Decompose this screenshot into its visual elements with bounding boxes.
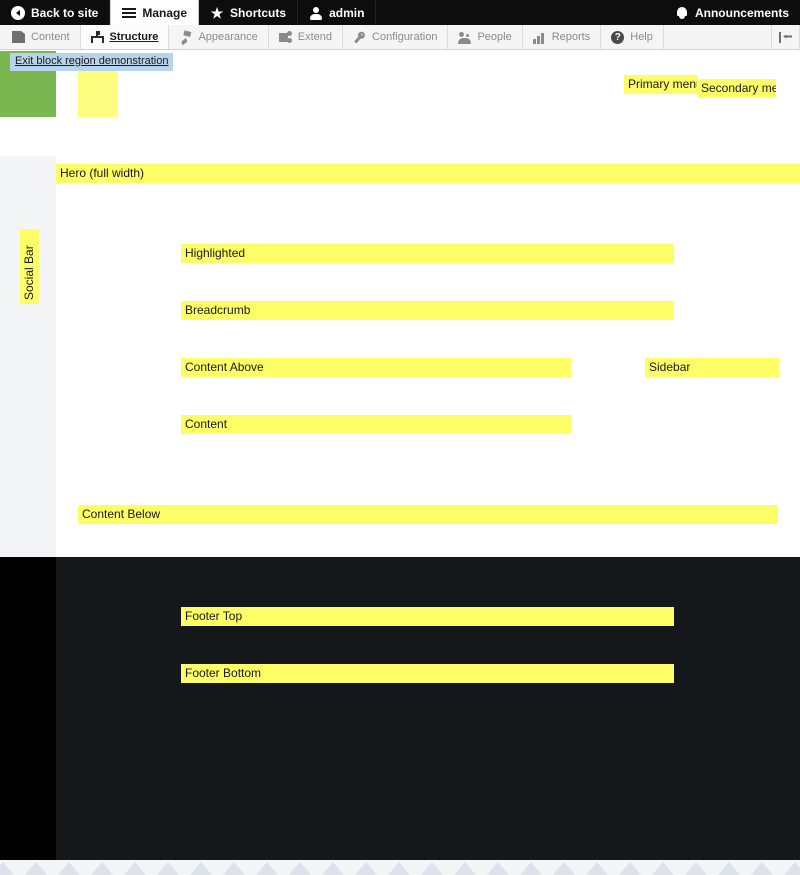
chevron-shape <box>421 862 443 875</box>
menu-item-reports[interactable]: Reports <box>523 25 602 49</box>
menu-item-extend[interactable]: Extend <box>269 25 344 49</box>
region-label-footer-top: Footer Top <box>181 607 674 626</box>
chevron-shape <box>520 862 542 875</box>
chevron-shape <box>124 862 146 875</box>
header-region-block <box>78 65 118 117</box>
menu-item-label: Configuration <box>372 31 438 43</box>
region-label-footer-bottom: Footer Bottom <box>181 664 674 683</box>
star-icon: ★ <box>210 4 224 21</box>
chevron-shape <box>256 862 278 875</box>
region-label-breadcrumb: Breadcrumb <box>181 301 674 320</box>
chevron-shape <box>223 862 245 875</box>
chevron-shape <box>751 862 773 875</box>
exit-demo-message: Exit block region demonstration <box>10 53 174 71</box>
region-label-social-bar: Social Bar <box>20 229 39 304</box>
page-left-rail-middle <box>0 156 56 557</box>
block-region-demo-page: Primary menuSecondary menu Hero (full wid… <box>0 51 800 875</box>
toolbar-tab-label: Announcements <box>694 5 789 20</box>
menu-item-label: People <box>477 31 512 43</box>
menu-item-label: Content <box>31 31 70 43</box>
chevron-shape <box>454 862 476 875</box>
toolbar-tab-label: admin <box>329 5 365 20</box>
region-label-hero-full-width: Hero (full width) <box>56 164 800 183</box>
back-arrow-icon <box>11 5 25 20</box>
toolbar-tab-manage[interactable]: Manage <box>110 0 200 25</box>
menu-item-configuration[interactable]: Configuration <box>343 25 449 49</box>
chevron-shape <box>289 862 311 875</box>
person-icon <box>309 6 323 20</box>
toolbar-tab-label: Shortcuts <box>230 5 287 20</box>
chevron-shape <box>25 862 47 875</box>
region-label-secondary-menu: Secondary menu <box>697 79 776 98</box>
bell-icon <box>675 6 689 20</box>
page-footer-dark-area <box>56 557 800 875</box>
menu-spacer <box>664 25 772 49</box>
menu-item-label: Extend <box>297 31 333 43</box>
menu-item-help[interactable]: ? Help <box>601 25 664 49</box>
question-mark-icon: ? <box>611 30 625 44</box>
chevron-shape <box>0 862 14 875</box>
toolbar-tab-label: Manage <box>142 5 188 20</box>
toolbar-tab-label: Back to site <box>31 5 99 20</box>
admin-toolbar-bar: Back to site Manage ★ Shortcuts admin An… <box>0 0 800 25</box>
chevron-shape <box>157 862 179 875</box>
chevron-shape <box>685 862 707 875</box>
region-label-sidebar: Sidebar <box>645 358 779 377</box>
toolbar-tab-announcements[interactable]: Announcements <box>664 0 800 25</box>
menu-item-label: Appearance <box>198 31 258 43</box>
paintbrush-icon <box>178 29 195 46</box>
toolbar-tab-shortcuts[interactable]: ★ Shortcuts <box>199 0 299 25</box>
toolbar-orientation-toggle[interactable] <box>772 25 800 49</box>
wrench-icon <box>350 28 368 46</box>
menu-item-label: Reports <box>551 31 591 43</box>
bar-chart-icon <box>532 31 546 44</box>
chevron-shape <box>388 862 410 875</box>
page-left-rail-dark <box>0 557 56 875</box>
structure-icon <box>90 30 104 44</box>
region-label-content-below: Content Below <box>78 505 778 524</box>
page-main-white-area <box>56 156 800 557</box>
chevron-shape <box>58 862 80 875</box>
chevron-shape <box>586 862 608 875</box>
toolbar-tab-admin-user[interactable]: admin <box>298 0 377 25</box>
region-label-highlighted: Highlighted <box>181 244 674 263</box>
page-bottom-chevron-strip <box>0 860 800 875</box>
chevron-shape <box>553 862 575 875</box>
menu-item-label: Structure <box>109 31 159 43</box>
hamburger-icon <box>122 6 137 20</box>
puzzle-icon <box>278 30 292 44</box>
region-label-content: Content <box>181 415 571 434</box>
menu-item-structure[interactable]: Structure <box>80 25 170 49</box>
region-label-content-above: Content Above <box>181 358 571 377</box>
menu-item-label: Help <box>630 31 653 43</box>
people-icon <box>458 31 472 44</box>
chevron-shape <box>619 862 641 875</box>
admin-menu-bar: Content Structure Appearance Extend Conf… <box>0 25 800 50</box>
menu-item-content[interactable]: Content <box>0 25 81 49</box>
toolbar-tab-back-to-site[interactable]: Back to site <box>0 0 111 25</box>
orientation-toggle-icon <box>779 31 792 44</box>
region-label-primary-menu: Primary menu <box>624 75 698 94</box>
chevron-shape <box>784 862 800 875</box>
document-icon <box>12 31 25 43</box>
chevron-shape <box>487 862 509 875</box>
chevron-shape <box>355 862 377 875</box>
exit-block-region-demo-link[interactable]: Exit block region demonstration <box>15 55 168 67</box>
menu-item-people[interactable]: People <box>448 25 523 49</box>
chevron-shape <box>718 862 740 875</box>
chevron-shape <box>91 862 113 875</box>
chevron-shape <box>190 862 212 875</box>
chevron-shape <box>322 862 344 875</box>
chevron-shape <box>652 862 674 875</box>
menu-item-appearance[interactable]: Appearance <box>169 25 269 49</box>
